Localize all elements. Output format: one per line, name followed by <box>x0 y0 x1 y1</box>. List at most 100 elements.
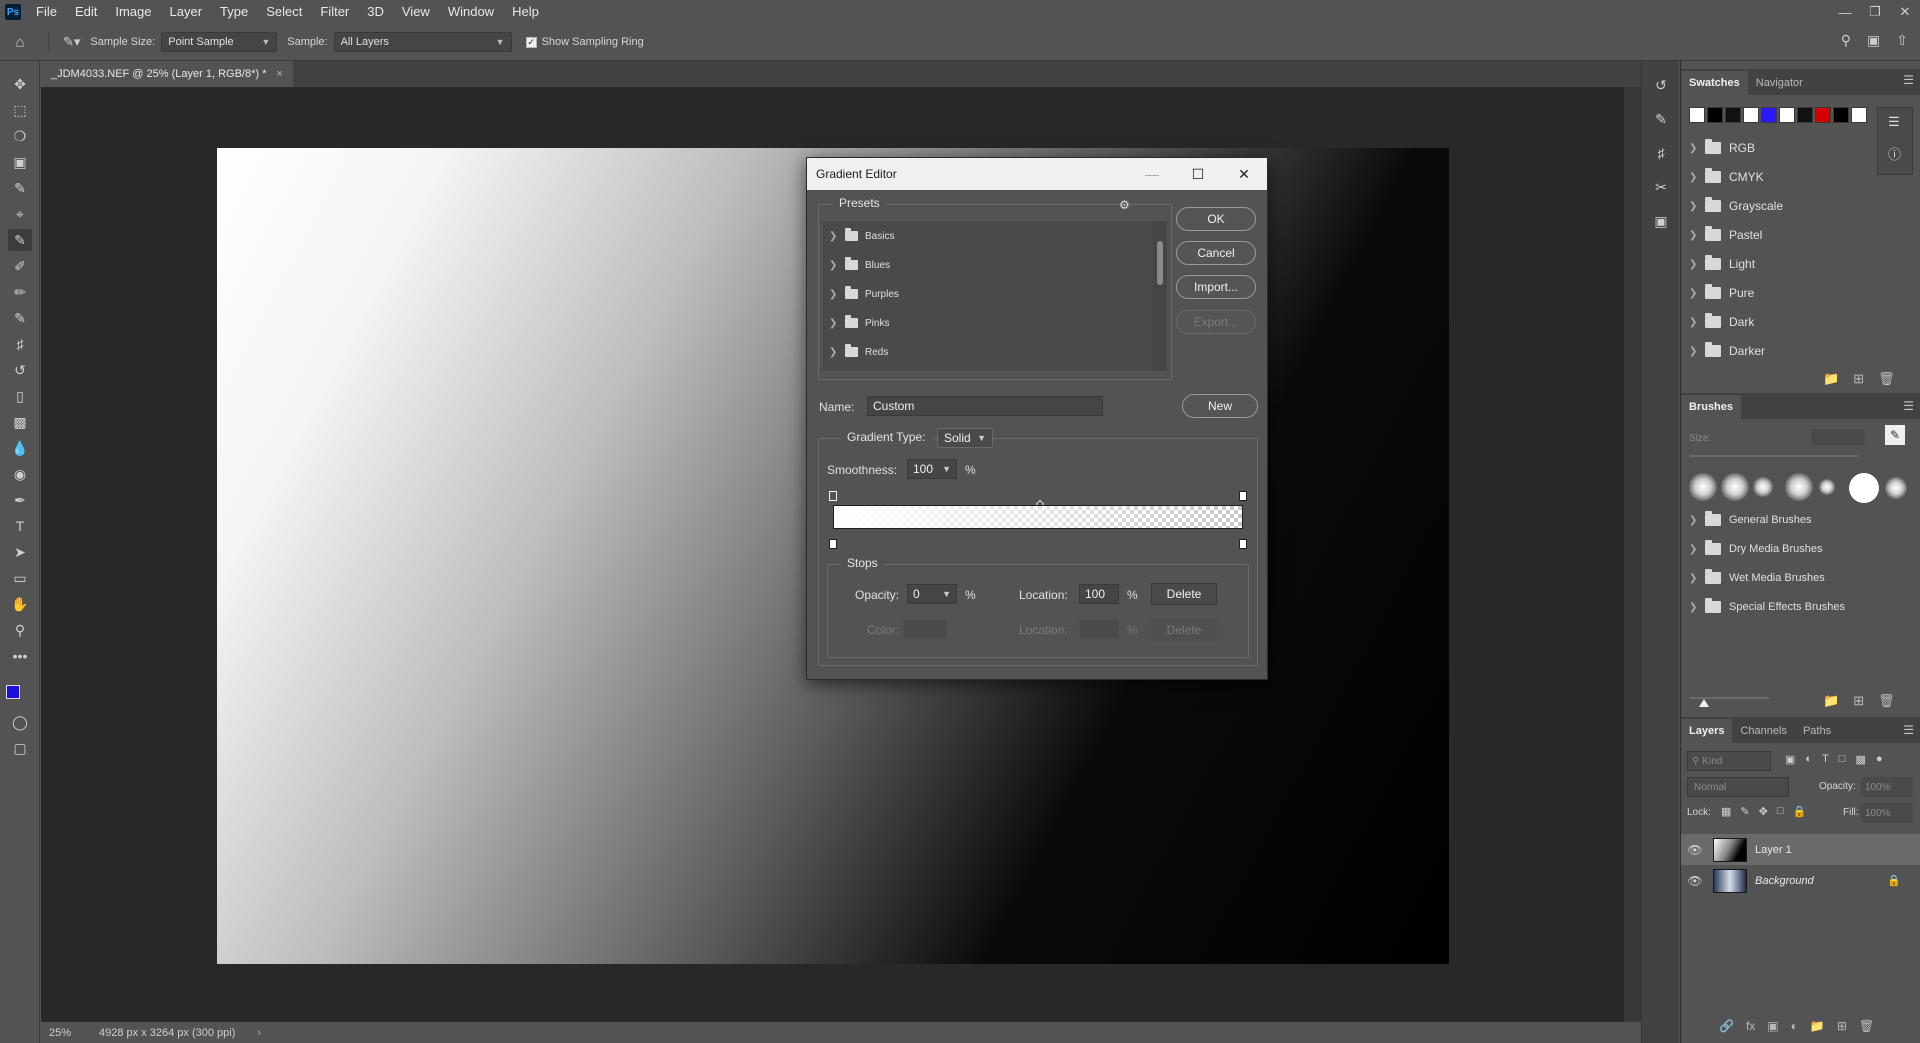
path-selection-tool-icon[interactable]: ➤ <box>8 541 32 563</box>
layer-name[interactable]: Background <box>1755 875 1814 887</box>
layer-name[interactable]: Layer 1 <box>1755 844 1792 856</box>
brush-tip-selected[interactable] <box>1849 473 1879 503</box>
type-tool-icon[interactable]: T <box>8 515 32 537</box>
menu-layer[interactable]: Layer <box>161 0 212 24</box>
menu-file[interactable]: File <box>27 0 66 24</box>
status-arrow-icon[interactable]: › <box>257 1027 261 1039</box>
tab-brushes[interactable]: Brushes <box>1681 395 1742 419</box>
link-icon[interactable]: 🔗 <box>1719 1019 1734 1033</box>
menu-edit[interactable]: Edit <box>66 0 106 24</box>
tool-presets-icon[interactable]: ✂ <box>1649 175 1673 199</box>
new-group-icon[interactable]: 📁 <box>1823 693 1839 709</box>
slider-handle-icon[interactable] <box>1699 699 1709 707</box>
color-stop-right[interactable] <box>1239 539 1247 549</box>
brush-tool-icon[interactable]: ✏ <box>8 281 32 303</box>
swatch-group[interactable]: ❯ CMYK <box>1689 166 1764 188</box>
lock-transparent-icon[interactable]: ▦ <box>1721 805 1731 818</box>
brush-tip[interactable] <box>1721 473 1749 501</box>
maximize-icon[interactable]: ☐ <box>1175 158 1221 190</box>
dodge-tool-icon[interactable]: ◉ <box>8 463 32 485</box>
trash-icon[interactable]: 🗑 <box>1878 693 1895 709</box>
dialog-title-bar[interactable]: Gradient Editor — ☐ ✕ <box>807 158 1267 190</box>
foreground-color-swatch[interactable] <box>6 685 20 699</box>
menu-image[interactable]: Image <box>106 0 160 24</box>
zoom-tool-icon[interactable]: ⚲ <box>8 619 32 641</box>
layer-row[interactable]: 👁 Layer 1 <box>1681 834 1920 865</box>
new-layer-icon[interactable]: ⊞ <box>1837 1019 1847 1033</box>
adjustment-filter-icon[interactable]: ◐ <box>1805 753 1812 766</box>
adjustment-layer-icon[interactable]: ◐ <box>1791 1019 1798 1033</box>
clone-source-icon[interactable]: ♯ <box>1649 141 1673 165</box>
swatch-group[interactable]: ❯ Dark <box>1689 311 1754 333</box>
create-brush-icon[interactable]: ✎ <box>1885 425 1905 445</box>
preset-folder[interactable]: ❯ Pinks <box>829 312 889 334</box>
filter-toggle-icon[interactable]: ● <box>1876 753 1883 766</box>
new-swatch-icon[interactable]: ⊞ <box>1853 371 1864 387</box>
export-button[interactable]: Export... <box>1176 310 1256 334</box>
panel-menu-icon[interactable]: ☰ <box>1903 723 1914 737</box>
gradient-name-input[interactable]: Custom <box>867 396 1103 416</box>
presets-scrollbar[interactable] <box>1153 221 1167 371</box>
cancel-button[interactable]: Cancel <box>1176 241 1256 265</box>
brush-group[interactable]: ❯ General Brushes <box>1689 509 1812 531</box>
more-tools-icon[interactable]: ••• <box>8 645 32 667</box>
trash-icon[interactable]: 🗑 <box>1878 371 1895 387</box>
preset-folder[interactable]: ❯ Blues <box>829 254 890 276</box>
crop-tool-icon[interactable]: ⌖ <box>8 203 32 225</box>
gradient-preview-bar[interactable] <box>833 505 1243 529</box>
brush-size-input[interactable] <box>1811 429 1865 445</box>
preset-folder[interactable]: ❯ Purples <box>829 283 899 305</box>
show-sampling-ring-checkbox[interactable]: ✓ <box>525 36 537 48</box>
gradient-tool-icon[interactable]: ▩ <box>8 411 32 433</box>
swatch-chip[interactable] <box>1761 107 1777 123</box>
preset-folder[interactable]: ❯ Basics <box>829 225 894 247</box>
blur-tool-icon[interactable]: 💧 <box>8 437 32 459</box>
quick-mask-icon[interactable]: ◯ <box>8 711 32 733</box>
brush-group[interactable]: ❯ Dry Media Brushes <box>1689 538 1823 560</box>
pencil-tool-icon[interactable]: ✎ <box>8 307 32 329</box>
lock-artboard-icon[interactable]: □ <box>1777 805 1784 818</box>
shape-filter-icon[interactable]: □ <box>1839 753 1846 766</box>
ok-button[interactable]: OK <box>1176 207 1256 231</box>
layer-filter-kind[interactable]: ⚲ Kind <box>1687 751 1771 771</box>
screen-mode-icon[interactable]: ▢ <box>8 737 32 759</box>
type-filter-icon[interactable]: T <box>1822 753 1829 766</box>
swatch-group[interactable]: ❯ Grayscale <box>1689 195 1783 217</box>
swatch-chip[interactable] <box>1851 107 1867 123</box>
color-location-input[interactable] <box>1079 619 1119 639</box>
hand-tool-icon[interactable]: ✋ <box>8 593 32 615</box>
lock-pixels-icon[interactable]: ✎ <box>1740 805 1749 818</box>
swatch-chip[interactable] <box>1689 107 1705 123</box>
rectangle-tool-icon[interactable]: ▭ <box>8 567 32 589</box>
swatch-group[interactable]: ❯ Pastel <box>1689 224 1762 246</box>
swatch-chip[interactable] <box>1707 107 1723 123</box>
swatch-group[interactable]: ❯ RGB <box>1689 137 1755 159</box>
eraser-tool-icon[interactable]: ▯ <box>8 385 32 407</box>
brush-group[interactable]: ❯ Wet Media Brushes <box>1689 567 1825 589</box>
new-brush-icon[interactable]: ⊞ <box>1853 693 1864 709</box>
canvas-scrollbar[interactable] <box>1624 87 1641 1022</box>
smart-object-filter-icon[interactable]: ▩ <box>1855 753 1865 766</box>
brush-tip[interactable] <box>1785 473 1813 501</box>
marquee-tool-icon[interactable]: ⬚ <box>8 99 32 121</box>
object-selection-tool-icon[interactable]: ▣ <box>8 151 32 173</box>
eye-icon[interactable]: 👁 <box>1681 874 1709 888</box>
tab-paths[interactable]: Paths <box>1795 719 1839 743</box>
tab-swatches[interactable]: Swatches <box>1681 71 1748 95</box>
menu-3d[interactable]: 3D <box>358 0 393 24</box>
brush-group[interactable]: ❯ Special Effects Brushes <box>1689 596 1845 618</box>
panel-menu-icon[interactable]: ☰ <box>1903 73 1914 87</box>
swatch-chip[interactable] <box>1833 107 1849 123</box>
swatch-group[interactable]: ❯ Pure <box>1689 282 1754 304</box>
new-button[interactable]: New <box>1182 394 1258 418</box>
color-stop-left[interactable] <box>829 539 837 549</box>
lasso-tool-icon[interactable]: ❍ <box>8 125 32 147</box>
layer-opacity-input[interactable]: 100% <box>1861 777 1913 797</box>
info-icon[interactable]: ⓘ <box>1888 144 1901 163</box>
zoom-level[interactable]: 25% <box>49 1027 99 1039</box>
delete-color-stop-button[interactable]: Delete <box>1151 619 1217 641</box>
close-tab-icon[interactable]: × <box>276 68 282 80</box>
swatch-chip[interactable] <box>1779 107 1795 123</box>
chevron-down-icon[interactable]: ▼ <box>942 589 951 599</box>
history-brush-tool-icon[interactable]: ↺ <box>8 359 32 381</box>
